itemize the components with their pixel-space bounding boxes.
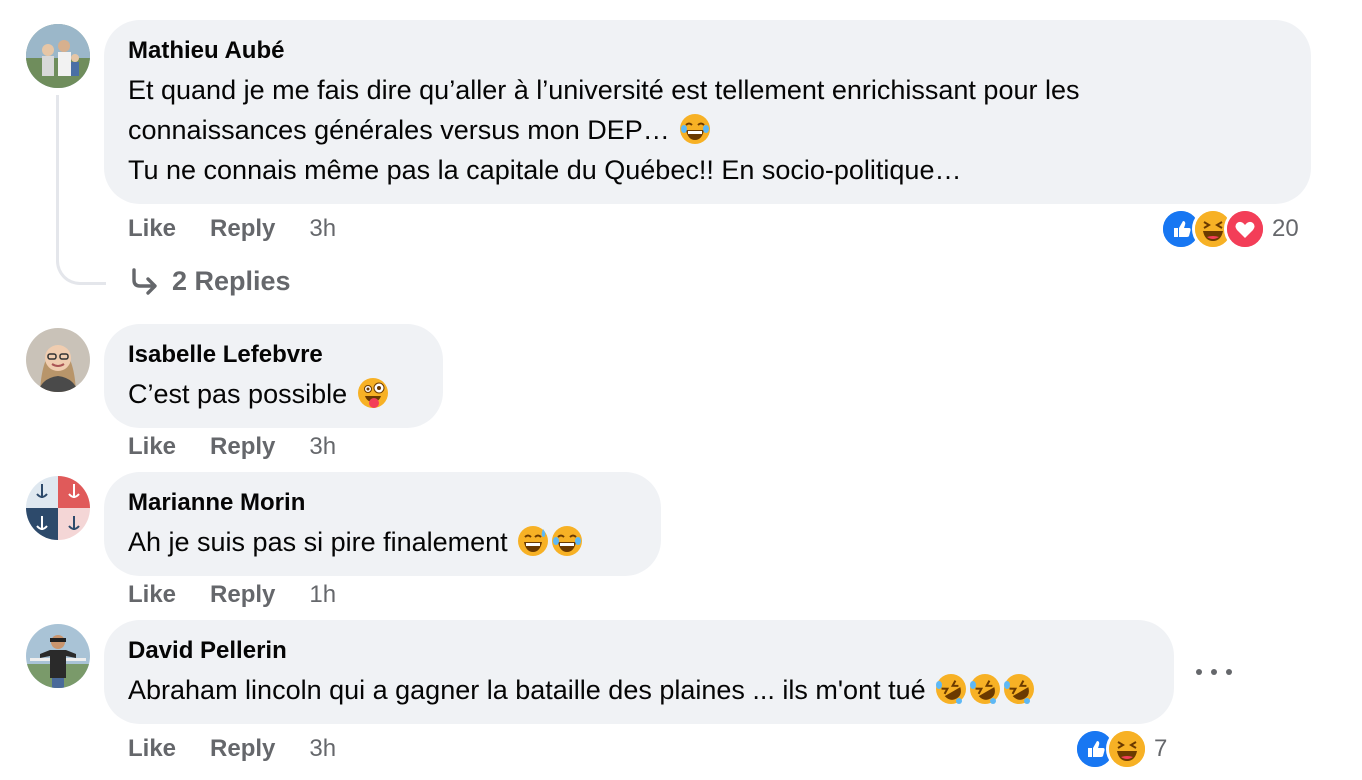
comment-text-line: C’est pas possible xyxy=(128,374,419,414)
more-dot-icon xyxy=(1226,669,1232,675)
view-replies-link[interactable]: 2 Replies xyxy=(128,266,291,297)
comment-timestamp[interactable]: 1h xyxy=(309,581,336,609)
comment-text-line: connaissances générales versus mon DEP… xyxy=(128,110,1287,150)
avatar[interactable] xyxy=(26,624,90,688)
comment-text-span: Ah je suis pas si pire finalement xyxy=(128,527,516,557)
comment-text-span: Abraham lincoln qui a gagner la bataille… xyxy=(128,675,934,705)
replies-count-label: 2 Replies xyxy=(172,266,291,296)
comment-text-line: Ah je suis pas si pire finalement xyxy=(128,522,637,562)
comment-timestamp[interactable]: 3h xyxy=(309,735,336,763)
sweat-smile-emoji xyxy=(517,525,549,557)
comment-author[interactable]: Isabelle Lefebvre xyxy=(128,340,419,370)
avatar[interactable] xyxy=(26,24,90,88)
comment-actions: Like Reply 3h xyxy=(128,214,336,244)
reaction-count: 20 xyxy=(1272,215,1299,242)
reply-button[interactable]: Reply xyxy=(210,215,275,243)
comment-bubble: Mathieu Aubé Et quand je me fais dire qu… xyxy=(104,20,1311,204)
comment-bubble: Marianne Morin Ah je suis pas si pire fi… xyxy=(104,472,661,576)
comment-text-line: Et quand je me fais dire qu’aller à l’un… xyxy=(128,75,1080,105)
haha-reaction-icon xyxy=(1106,728,1148,770)
comment-actions: Like Reply 3h xyxy=(128,734,336,764)
joy-emoji xyxy=(679,113,711,145)
reply-button[interactable]: Reply xyxy=(210,433,275,461)
more-dot-icon xyxy=(1211,669,1217,675)
comment-bubble: Isabelle Lefebvre C’est pas possible xyxy=(104,324,443,428)
reactions-summary[interactable]: 7 xyxy=(1074,728,1167,770)
like-button[interactable]: Like xyxy=(128,581,176,609)
comment-author[interactable]: Marianne Morin xyxy=(128,488,637,518)
reply-button[interactable]: Reply xyxy=(210,735,275,763)
comment-text-span: connaissances générales versus mon DEP… xyxy=(128,115,678,145)
comment-text-line: Tu ne connais même pas la capitale du Qu… xyxy=(128,155,962,185)
reply-arrow-icon xyxy=(132,267,157,295)
avatar-photo-icon xyxy=(26,24,90,88)
like-button[interactable]: Like xyxy=(128,433,176,461)
comment-timestamp[interactable]: 3h xyxy=(309,433,336,461)
comment-actions: Like Reply 3h xyxy=(128,432,336,462)
rofl-emoji xyxy=(935,673,967,705)
comment-author[interactable]: David Pellerin xyxy=(128,636,1150,666)
reactions-summary[interactable]: 20 xyxy=(1160,208,1299,250)
joy-emoji xyxy=(551,525,583,557)
rofl-emoji xyxy=(1003,673,1035,705)
reply-button[interactable]: Reply xyxy=(210,581,275,609)
reaction-count: 7 xyxy=(1154,735,1168,762)
anchor-pattern-avatar-icon xyxy=(26,476,90,540)
rofl-emoji xyxy=(969,673,1001,705)
comment-author[interactable]: Mathieu Aubé xyxy=(128,36,1287,66)
comment-bubble: David Pellerin Abraham lincoln qui a gag… xyxy=(104,620,1174,724)
zany-tongue-emoji xyxy=(357,377,389,409)
love-reaction-icon xyxy=(1224,208,1266,250)
avatar-photo-icon xyxy=(26,624,90,688)
like-button[interactable]: Like xyxy=(128,735,176,763)
avatar[interactable] xyxy=(26,328,90,392)
more-dot-icon xyxy=(1196,669,1202,675)
avatar[interactable] xyxy=(26,476,90,540)
comment-timestamp[interactable]: 3h xyxy=(309,215,336,243)
comment-actions: Like Reply 1h xyxy=(128,580,336,610)
comment-text-line: Abraham lincoln qui a gagner la bataille… xyxy=(128,670,1150,710)
comment-text-span: C’est pas possible xyxy=(128,379,355,409)
like-button[interactable]: Like xyxy=(128,215,176,243)
avatar-photo-icon xyxy=(26,328,90,392)
more-options-button[interactable] xyxy=(1192,660,1236,684)
thread-connector-line xyxy=(56,95,106,285)
